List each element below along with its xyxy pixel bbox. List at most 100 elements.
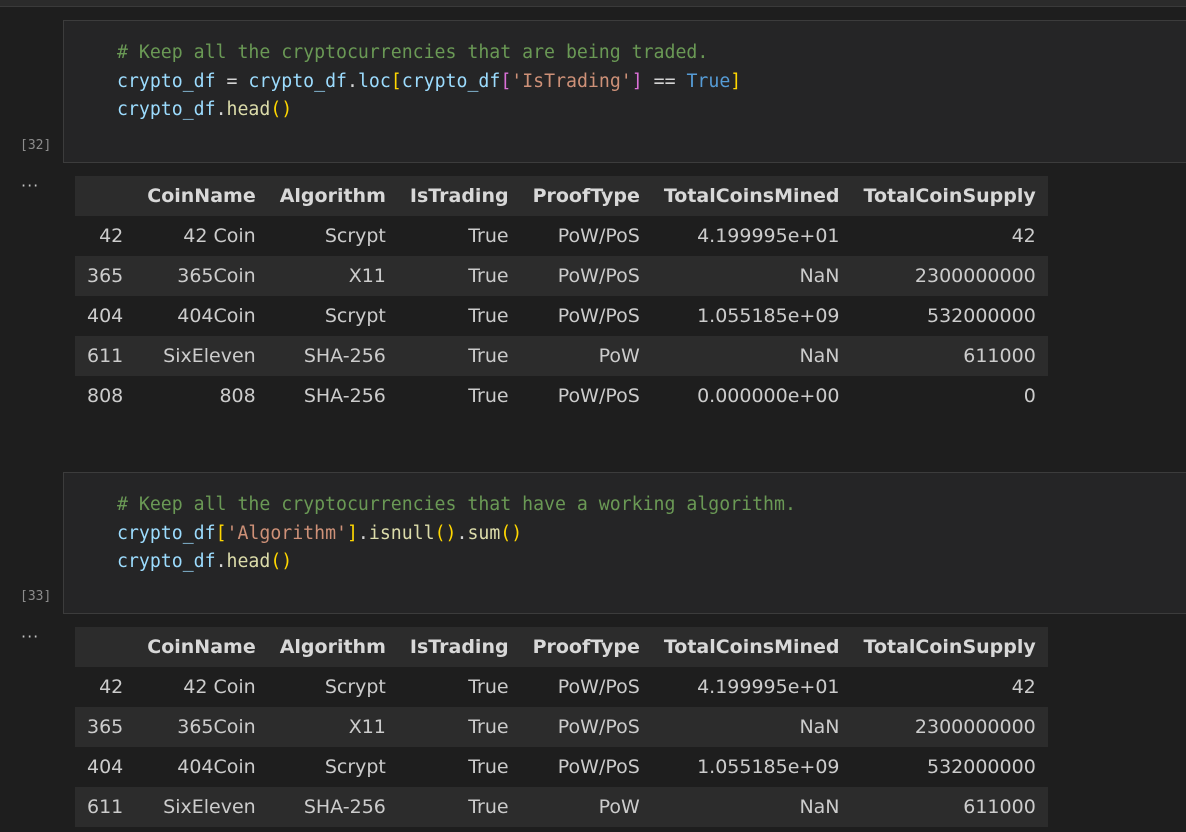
table-cell: SixEleven xyxy=(163,796,256,818)
code-line: crypto_df = crypto_df.loc[crypto_df['IsT… xyxy=(117,68,741,97)
table-cell: PoW/PoS xyxy=(557,756,640,778)
row-index: 404 xyxy=(87,756,124,778)
table-cell: 4.199995e+01 xyxy=(697,676,840,698)
table-row: 404 404Coin Scrypt True PoW/PoS 1.055185e+09 5… xyxy=(75,747,1048,787)
code-token: crypto_df xyxy=(248,70,347,92)
table-cell: True xyxy=(468,716,509,738)
table-cell: X11 xyxy=(348,716,386,738)
code-token: True xyxy=(686,70,731,92)
column-header: TotalCoinSupply xyxy=(863,636,1036,658)
table-cell: SHA-256 xyxy=(303,385,386,407)
table-cell: 532000000 xyxy=(926,756,1036,778)
column-header: TotalCoinsMined xyxy=(663,636,840,658)
table-cell: True xyxy=(468,756,509,778)
more-horizontal-icon[interactable]: ··· xyxy=(21,627,39,646)
code-token: . xyxy=(215,551,227,572)
code-token: # Keep all the cryptocurrencies that hav… xyxy=(117,494,796,515)
table-cell: 808 xyxy=(219,385,256,407)
table-cell: NaN xyxy=(799,796,840,818)
code-token: () xyxy=(434,522,457,544)
table-row: 365 365Coin X11 True PoW/PoS NaN 2300000000 xyxy=(75,256,1048,296)
table-cell: True xyxy=(468,796,509,818)
column-header: CoinName xyxy=(147,185,256,207)
code-token: = xyxy=(215,70,249,92)
table-row: 42 42 Coin Scrypt True PoW/PoS 4.199995e+01 42 xyxy=(75,216,1048,256)
code-token: . xyxy=(215,99,227,120)
code-token: loc xyxy=(357,70,391,92)
dataframe-output: CoinName Algorithm IsTrading ProofType Total… xyxy=(75,627,1048,827)
code-token: ] xyxy=(346,522,358,544)
table-header-row: CoinName Algorithm IsTrading ProofType Total… xyxy=(75,176,1048,216)
table-cell: 1.055185e+09 xyxy=(697,305,840,327)
code-cell-input[interactable]: # Keep all the cryptocurrencies that are… xyxy=(63,20,1186,163)
column-header: TotalCoinsMined xyxy=(663,185,840,207)
code-token: . xyxy=(346,70,358,92)
table-row: 365 365Coin X11 True PoW/PoS NaN 2300000000 xyxy=(75,707,1048,747)
more-horizontal-icon[interactable]: ··· xyxy=(21,176,39,195)
execution-count: [33] xyxy=(20,589,52,604)
code-editor[interactable]: # Keep all the cryptocurrencies that hav… xyxy=(117,491,796,577)
code-token: sum xyxy=(467,522,501,544)
table-cell: PoW/PoS xyxy=(557,676,640,698)
table-row: 42 42 Coin Scrypt True PoW/PoS 4.199995e+01 42 xyxy=(75,667,1048,707)
table-cell: NaN xyxy=(799,345,840,367)
table-row: 611 SixEleven SHA-256 True PoW NaN 611000 xyxy=(75,787,1048,827)
table-cell: PoW xyxy=(598,345,640,367)
table-cell: 0 xyxy=(1023,385,1036,407)
code-line: crypto_df['Algorithm'].isnull().sum() xyxy=(117,520,796,549)
code-token: [ xyxy=(390,70,402,92)
table-row: 404 404Coin Scrypt True PoW/PoS 1.055185e+09 5… xyxy=(75,296,1048,336)
table-cell: Scrypt xyxy=(324,756,386,778)
code-token: . xyxy=(357,522,369,544)
table-cell: 42 xyxy=(1011,225,1036,247)
table-cell: SHA-256 xyxy=(303,796,386,818)
table-cell: PoW/PoS xyxy=(557,305,640,327)
code-token: . xyxy=(456,522,468,544)
row-index: 611 xyxy=(87,345,124,367)
table-cell: SHA-256 xyxy=(303,345,386,367)
code-editor[interactable]: # Keep all the cryptocurrencies that are… xyxy=(117,39,741,125)
code-cell-input[interactable]: # Keep all the cryptocurrencies that hav… xyxy=(63,472,1186,614)
code-token: # Keep all the cryptocurrencies that are… xyxy=(117,42,709,63)
table-cell: 611000 xyxy=(963,796,1036,818)
table-cell: True xyxy=(468,345,509,367)
table-cell: 611000 xyxy=(963,345,1036,367)
table-cell: 42 xyxy=(1011,676,1036,698)
code-token: crypto_df xyxy=(117,70,216,92)
index-header xyxy=(75,176,135,216)
table-cell: 42 Coin xyxy=(183,676,256,698)
column-header: CoinName xyxy=(147,636,256,658)
row-index: 365 xyxy=(87,265,124,287)
table-cell: 404Coin xyxy=(177,756,256,778)
table-cell: True xyxy=(468,385,509,407)
code-token: 'Algorithm' xyxy=(226,522,347,544)
table-cell: 365Coin xyxy=(177,265,256,287)
code-token: crypto_df xyxy=(117,551,216,572)
table-cell: 42 Coin xyxy=(183,225,256,247)
row-index: 42 xyxy=(99,225,124,247)
table-cell: 4.199995e+01 xyxy=(697,225,840,247)
table-cell: PoW/PoS xyxy=(557,385,640,407)
index-header xyxy=(75,627,135,667)
code-token: () xyxy=(270,99,293,120)
table-cell: 0.000000e+00 xyxy=(697,385,840,407)
row-index: 611 xyxy=(87,796,124,818)
table-cell: 1.055185e+09 xyxy=(697,756,840,778)
column-header: Algorithm xyxy=(279,185,386,207)
code-token: == xyxy=(642,70,687,92)
code-token: ] xyxy=(631,70,643,92)
code-token: crypto_df xyxy=(117,99,216,120)
code-line: crypto_df.head() xyxy=(117,548,796,577)
table-row: 611 SixEleven SHA-256 True PoW NaN 611000 xyxy=(75,336,1048,376)
table-cell: Scrypt xyxy=(324,305,386,327)
table-cell: Scrypt xyxy=(324,225,386,247)
top-toolbar-edge xyxy=(0,0,1186,7)
table-row: 808 808 SHA-256 True PoW/PoS 0.000000e+00 0 xyxy=(75,376,1048,416)
table-cell: PoW/PoS xyxy=(557,225,640,247)
table-cell: 532000000 xyxy=(926,305,1036,327)
dataframe-output: CoinName Algorithm IsTrading ProofType Total… xyxy=(75,176,1048,416)
code-token: head xyxy=(226,551,271,572)
table-cell: NaN xyxy=(799,265,840,287)
table-cell: True xyxy=(468,265,509,287)
row-index: 365 xyxy=(87,716,124,738)
